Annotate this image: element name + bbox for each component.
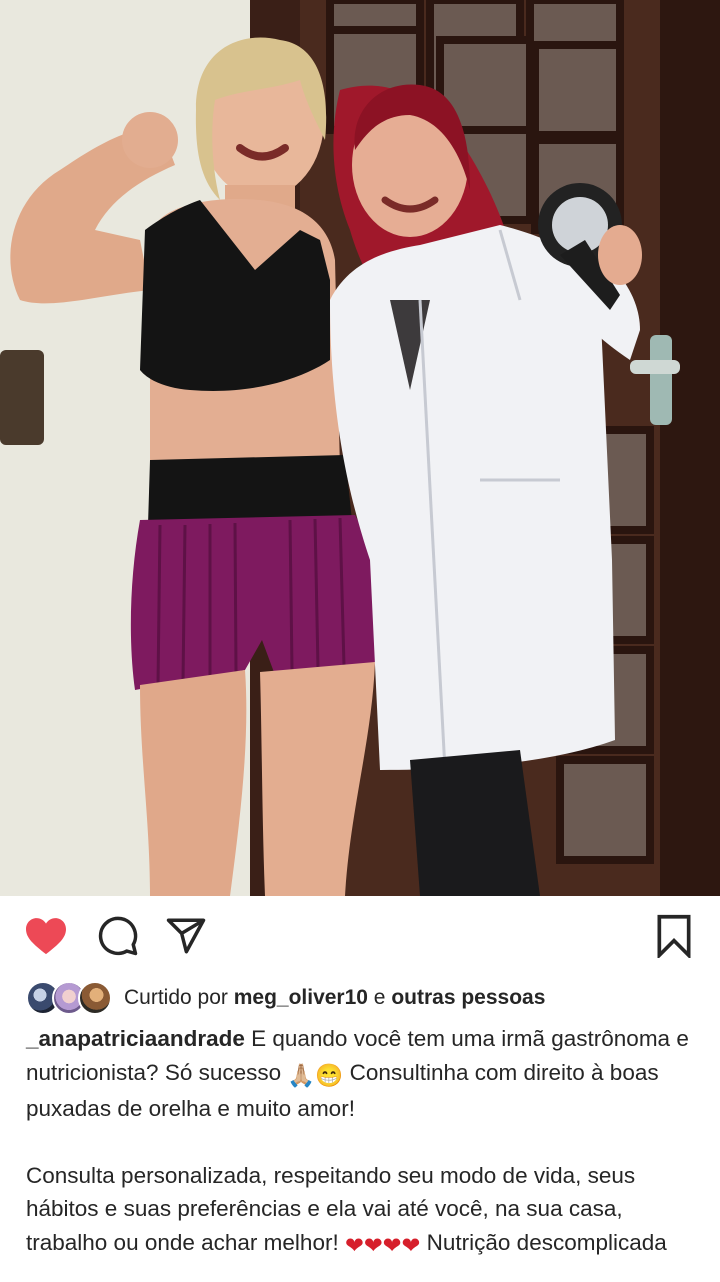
likes-others[interactable]: outras pessoas [391,986,545,1009]
post-photo[interactable] [0,0,720,896]
avatar [78,981,112,1015]
likes-prefix: Curtido por [124,986,234,1009]
caption-hearts: ❤❤❤❤ [344,1232,421,1258]
liker-avatars [26,981,112,1015]
direct-share-icon [166,918,206,954]
caption-username[interactable]: _anapatriciaandrade [26,1026,245,1051]
liker-username[interactable]: meg_oliver10 [234,986,368,1009]
bookmark-icon [657,914,691,958]
likes-joiner: e [367,986,392,1009]
caption-paragraph-2: Consulta personalizada, respeitando seu … [26,1159,694,1263]
comment-button[interactable] [96,914,140,958]
post-action-bar [0,896,720,976]
post-photo-illustration [0,0,720,896]
likes-text: Curtido por meg_oliver10 e outras pessoa… [124,986,545,1010]
share-button[interactable] [164,914,208,958]
comment-icon [98,916,138,956]
heart-filled-icon [26,918,66,955]
caption-paragraph-1: _anapatriciaandrade E quando você tem um… [26,1022,694,1126]
post-caption: _anapatriciaandrade E quando você tem um… [26,1022,694,1262]
save-button[interactable] [652,914,696,958]
like-button[interactable] [24,914,68,958]
likes-summary[interactable]: Curtido por meg_oliver10 e outras pessoa… [26,978,545,1018]
caption-text-2b: Nutrição descomplicada [420,1229,667,1255]
caption-emoji: 🙏🏼😁 [287,1062,344,1088]
